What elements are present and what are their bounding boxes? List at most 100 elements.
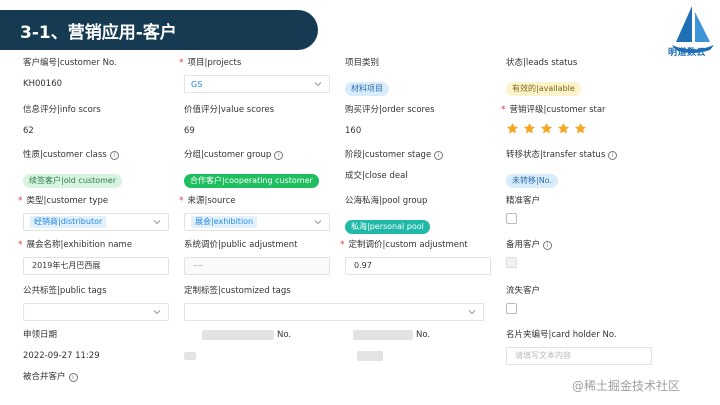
projects-select-value: GS [191, 79, 203, 89]
precise-customer-checkbox[interactable] [506, 213, 517, 224]
info-icon[interactable]: i [274, 150, 284, 160]
customer-type-label: 类型|customer type [23, 194, 184, 208]
field-lost-customer: 流失客户 [506, 284, 663, 328]
star-icon[interactable] [574, 122, 587, 135]
transfer-status-label: 转移状态|transfer status [506, 150, 606, 160]
logo-text: 明道数云 [668, 48, 707, 58]
customer-no-label: 客户编号|customer No. [23, 58, 117, 68]
star-icon[interactable] [506, 122, 519, 135]
masked-label-block [353, 330, 413, 340]
merged-customer-label: 被合并客户 [23, 372, 66, 382]
public-adjustment-label: 系统调价|public adjustment [184, 240, 298, 250]
public-tags-select[interactable] [23, 303, 169, 321]
field-value-scores: 价值评分|value scores 69 [184, 103, 345, 148]
field-pool-group: 公海私海|pool group 私海|personal pool [345, 194, 506, 238]
masked-2-label: No. [416, 330, 431, 340]
lost-customer-checkbox[interactable] [506, 303, 517, 314]
info-scors-label: 信息评分|info scors [23, 105, 101, 115]
value-scores-label: 价值评分|value scores [184, 105, 275, 115]
star-icon[interactable] [540, 122, 553, 135]
project-category-tag: 材料项目 [345, 82, 389, 96]
field-masked-2: No. [345, 328, 506, 370]
slide-title: 3-1、营销应用-客户 [0, 10, 318, 50]
customer-form: 客户编号|customer No. KH00160 项目|projects GS… [23, 56, 663, 400]
card-holder-no-placeholder: 请填写文本内容 [515, 351, 571, 360]
field-apply-date: 申领日期 2022-09-27 11:29 [23, 328, 184, 370]
customer-group-tag: 合作客户|cooperating customer [184, 174, 319, 188]
card-holder-no-label: 名片夹编号|card holder No. [506, 330, 617, 340]
field-precise-customer: 精准客户 [506, 194, 663, 238]
apply-date-label: 申领日期 [23, 330, 58, 340]
lost-customer-label: 流失客户 [506, 286, 541, 296]
field-backup-customer: 备用客户 i [506, 238, 663, 284]
order-scores-label: 购买评分|order scores [345, 105, 435, 115]
info-scors-value: 62 [23, 126, 34, 136]
masked-label-block [202, 330, 274, 340]
field-transfer-status: 转移状态|transfer status i 未转移|No. [506, 148, 663, 194]
customer-type-select-value: 经销商|distributor [30, 216, 107, 228]
customer-stage-value: 成交|close deal [345, 171, 408, 181]
customized-tags-select[interactable] [184, 303, 484, 321]
watermark: @稀土掘金技术社区 [572, 379, 681, 393]
field-customer-star: 营销评级|customer star [506, 103, 663, 148]
field-public-adjustment: 系统调价|public adjustment [184, 238, 345, 284]
backup-customer-label: 备用客户 [506, 240, 541, 250]
customer-class-label: 性质|customer class [23, 150, 107, 160]
star-rating[interactable] [506, 122, 663, 135]
field-order-scores: 购买评分|order scores 160 [345, 103, 506, 148]
field-customized-tags: 定制标签|customized tags [184, 284, 506, 328]
backup-customer-checkbox[interactable] [506, 257, 517, 268]
customer-stage-label: 阶段|customer stage [345, 150, 432, 160]
chevron-down-icon [153, 220, 161, 225]
star-icon[interactable] [557, 122, 570, 135]
exhibition-name-input[interactable]: 2019年七月巴西展 [23, 257, 169, 275]
public-tags-label: 公共标签|public tags [23, 286, 107, 296]
info-icon[interactable]: i [608, 150, 618, 160]
customer-type-select[interactable]: 经销商|distributor [23, 213, 169, 231]
masked-value-block [357, 350, 383, 361]
field-projects: 项目|projects GS [184, 56, 345, 103]
source-select[interactable]: 展会|exhibition [184, 213, 330, 231]
apply-date-value: 2022-09-27 11:29 [23, 351, 100, 361]
customized-tags-label: 定制标签|customized tags [184, 286, 291, 296]
masked-1-label: No. [277, 330, 292, 340]
project-category-label: 项目类别 [345, 58, 380, 68]
card-holder-no-input[interactable]: 请填写文本内容 [506, 347, 652, 365]
leads-status-tag: 有效的|available [506, 82, 581, 96]
info-icon[interactable]: i [543, 240, 553, 250]
projects-label: 项目|projects [184, 56, 345, 70]
pool-group-label: 公海私海|pool group [345, 196, 428, 206]
source-select-value: 展会|exhibition [191, 216, 258, 228]
field-customer-group: 分组|customer group i 合作客户|cooperating cust… [184, 148, 345, 194]
field-project-category: 项目类别 材料项目 [345, 56, 506, 103]
field-customer-type: 类型|customer type 经销商|distributor [23, 194, 184, 238]
customer-class-tag: 续签客户|old customer [23, 174, 123, 188]
field-public-tags: 公共标签|public tags [23, 284, 184, 328]
source-label: 来源|source [184, 194, 345, 208]
info-icon[interactable]: i [434, 150, 444, 160]
field-customer-no: 客户编号|customer No. KH00160 [23, 56, 184, 103]
field-card-holder-no: 名片夹编号|card holder No. 请填写文本内容 [506, 328, 663, 370]
chevron-down-icon [468, 310, 476, 315]
pool-group-tag: 私海|personal pool [345, 220, 430, 234]
customer-no-value: KH00160 [23, 79, 63, 89]
chevron-down-icon [153, 310, 161, 315]
projects-select[interactable]: GS [184, 75, 330, 93]
field-exhibition-name: 展会名称|exhibition name 2019年七月巴西展 [23, 238, 184, 284]
exhibition-name-label: 展会名称|exhibition name [23, 238, 184, 252]
chevron-down-icon [314, 82, 322, 87]
masked-value-block [184, 351, 196, 360]
order-scores-value: 160 [345, 126, 362, 136]
field-leads-status: 状态|leads status 有效的|available [506, 56, 663, 103]
field-masked-1: No. [184, 328, 345, 370]
info-icon[interactable]: i [109, 150, 119, 160]
precise-customer-label: 精准客户 [506, 196, 541, 206]
customer-star-label: 营销评级|customer star [506, 103, 663, 117]
star-icon[interactable] [523, 122, 536, 135]
info-icon[interactable]: i [68, 372, 78, 382]
transfer-status-tag: 未转移|No. [506, 174, 558, 188]
value-scores-value: 69 [184, 126, 195, 136]
custom-adjustment-input[interactable]: 0.97 [345, 257, 491, 275]
public-adjustment-input[interactable] [184, 257, 330, 275]
field-customer-stage: 阶段|customer stage i 成交|close deal [345, 148, 506, 194]
